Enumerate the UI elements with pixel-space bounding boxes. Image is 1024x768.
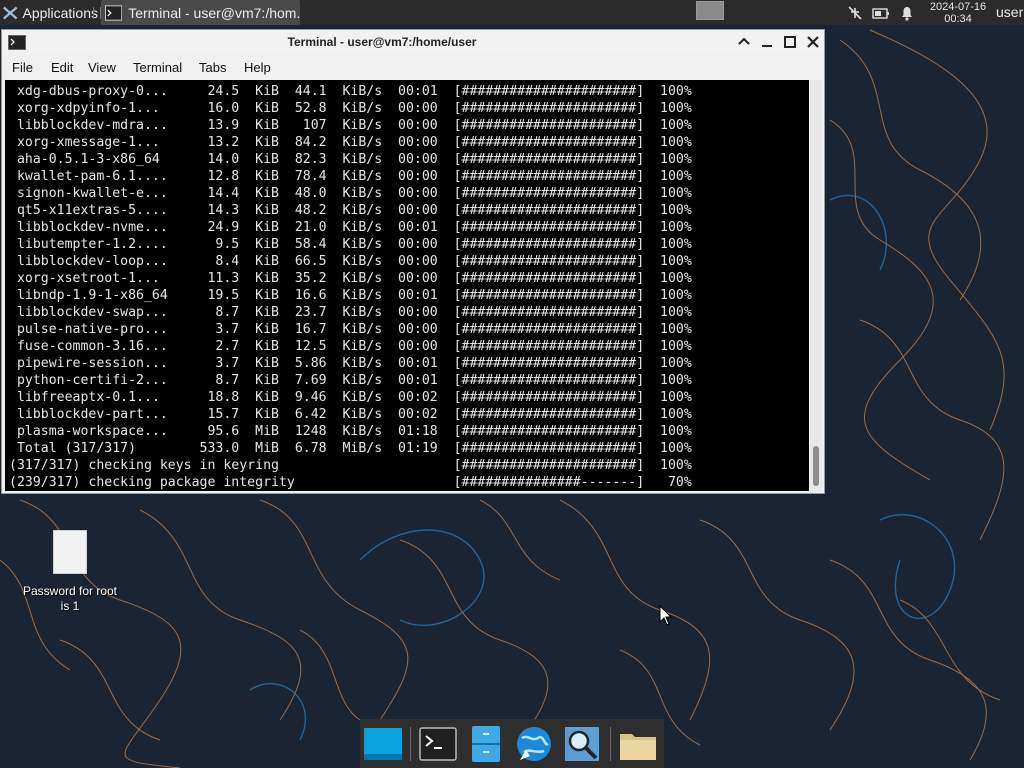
terminal-text: xdg-dbus-proxy-0... 24.5 KiB 44.1 KiB/s … <box>5 80 809 491</box>
user-menu[interactable]: user <box>996 4 1023 20</box>
clock-date: 2024-07-16 <box>929 1 987 13</box>
dock-separator <box>610 727 611 761</box>
top-panel: Applications Terminal - user@vm7:/hom...… <box>0 0 1024 25</box>
minimize-button[interactable] <box>759 34 775 50</box>
terminal-line: Total (317/317) 533.0 MiB 6.78 MiB/s 01:… <box>9 441 692 456</box>
applications-label: Applications <box>22 4 99 21</box>
web-browser-icon[interactable] <box>514 724 554 764</box>
app-finder-icon[interactable] <box>562 724 602 764</box>
notification-bell-icon[interactable] <box>898 4 916 22</box>
file-manager-icon[interactable] <box>466 724 506 764</box>
terminal-line: libblockdev-mdra... 13.9 KiB 107 KiB/s 0… <box>9 118 692 133</box>
terminal-line: xorg-xsetroot-1... 11.3 KiB 35.2 KiB/s 0… <box>9 271 692 286</box>
terminal-line: xdg-dbus-proxy-0... 24.5 KiB 44.1 KiB/s … <box>9 84 692 99</box>
taskbar-terminal-button[interactable]: Terminal - user@vm7:/hom... <box>101 0 300 25</box>
terminal-line: libblockdev-swap... 8.7 KiB 23.7 KiB/s 0… <box>9 305 692 320</box>
shade-button[interactable] <box>736 34 752 50</box>
text-file-icon <box>53 530 87 574</box>
terminal-line: kwallet-pam-6.1.... 12.8 KiB 78.4 KiB/s … <box>9 169 692 184</box>
window-title: Terminal - user@vm7:/home/user <box>287 35 477 49</box>
terminal-line: libblockdev-loop... 8.4 KiB 66.5 KiB/s 0… <box>9 254 692 269</box>
menu-help[interactable]: Help <box>244 60 271 75</box>
terminal-line: pulse-native-pro... 3.7 KiB 16.7 KiB/s 0… <box>9 322 692 337</box>
menu-file[interactable]: File <box>12 60 33 75</box>
mouse-cursor <box>659 605 673 626</box>
dock-separator <box>410 727 411 761</box>
menu-view[interactable]: View <box>88 60 116 75</box>
terminal-line: xorg-xdpyinfo-1... 16.0 KiB 52.8 KiB/s 0… <box>9 101 692 116</box>
close-button[interactable] <box>805 34 821 50</box>
terminal-line: plasma-workspace... 95.6 MiB 1248 KiB/s … <box>9 424 692 439</box>
desktop-file-icon[interactable]: Password for root is 1 <box>22 530 118 614</box>
clock-time: 00:34 <box>944 13 972 25</box>
terminal-launcher-icon[interactable] <box>418 724 458 764</box>
terminal-line: python-certifi-2... 8.7 KiB 7.69 KiB/s 0… <box>9 373 692 388</box>
network-disconnected-icon[interactable] <box>846 4 864 22</box>
terminal-line: aha-0.5.1-3-x86_64 14.0 KiB 82.3 KiB/s 0… <box>9 152 692 167</box>
terminal-line: libblockdev-nvme... 24.9 KiB 21.0 KiB/s … <box>9 220 692 235</box>
home-folder-icon[interactable] <box>618 724 658 764</box>
window-titlebar[interactable]: Terminal - user@vm7:/home/user <box>2 30 824 54</box>
battery-icon[interactable] <box>872 4 890 22</box>
maximize-button[interactable] <box>782 34 798 50</box>
panel-separator <box>93 7 101 19</box>
terminal-line: libutempter-1.2.... 9.5 KiB 58.4 KiB/s 0… <box>9 237 692 252</box>
menu-edit[interactable]: Edit <box>51 60 73 75</box>
terminal-line: libblockdev-part... 15.7 KiB 6.42 KiB/s … <box>9 407 692 422</box>
show-desktop-icon[interactable] <box>363 724 403 764</box>
clock[interactable]: 2024-07-16 00:34 <box>926 1 990 25</box>
menu-terminal[interactable]: Terminal <box>133 60 182 75</box>
workspace-switcher[interactable] <box>696 1 724 20</box>
terminal-scrollbar[interactable] <box>810 80 822 491</box>
dock <box>360 719 664 768</box>
terminal-line: libndp-1.9-1-x86_64 19.5 KiB 16.6 KiB/s … <box>9 288 692 303</box>
terminal-line: pipewire-session... 3.7 KiB 5.86 KiB/s 0… <box>9 356 692 371</box>
terminal-line: signon-kwallet-e... 14.4 KiB 48.0 KiB/s … <box>9 186 692 201</box>
scrollbar-thumb[interactable] <box>813 446 819 486</box>
terminal-line: libfreeaptx-0.1... 18.8 KiB 9.46 KiB/s 0… <box>9 390 692 405</box>
applications-menu[interactable]: Applications <box>0 0 98 25</box>
taskbar-terminal-label: Terminal - user@vm7:/hom... <box>128 4 300 21</box>
terminal-line: (317/317) checking keys in keyring [####… <box>9 458 692 473</box>
xfce-logo-icon <box>3 6 18 19</box>
menu-bar: File Edit View Terminal Tabs Help <box>2 54 824 80</box>
terminal-icon <box>105 4 123 21</box>
terminal-line: qt5-x11extras-5.... 14.3 KiB 48.2 KiB/s … <box>9 203 692 218</box>
terminal-line: fuse-common-3.16... 2.7 KiB 12.5 KiB/s 0… <box>9 339 692 354</box>
terminal-line: (239/317) checking package integrity [##… <box>9 475 692 490</box>
terminal-line: xorg-xmessage-1... 13.2 KiB 84.2 KiB/s 0… <box>9 135 692 150</box>
terminal-window: Terminal - user@vm7:/home/user File Edit… <box>1 29 825 494</box>
terminal-output[interactable]: xdg-dbus-proxy-0... 24.5 KiB 44.1 KiB/s … <box>5 80 809 491</box>
desktop-file-caption: Password for root is 1 <box>22 584 118 613</box>
menu-tabs[interactable]: Tabs <box>199 60 226 75</box>
